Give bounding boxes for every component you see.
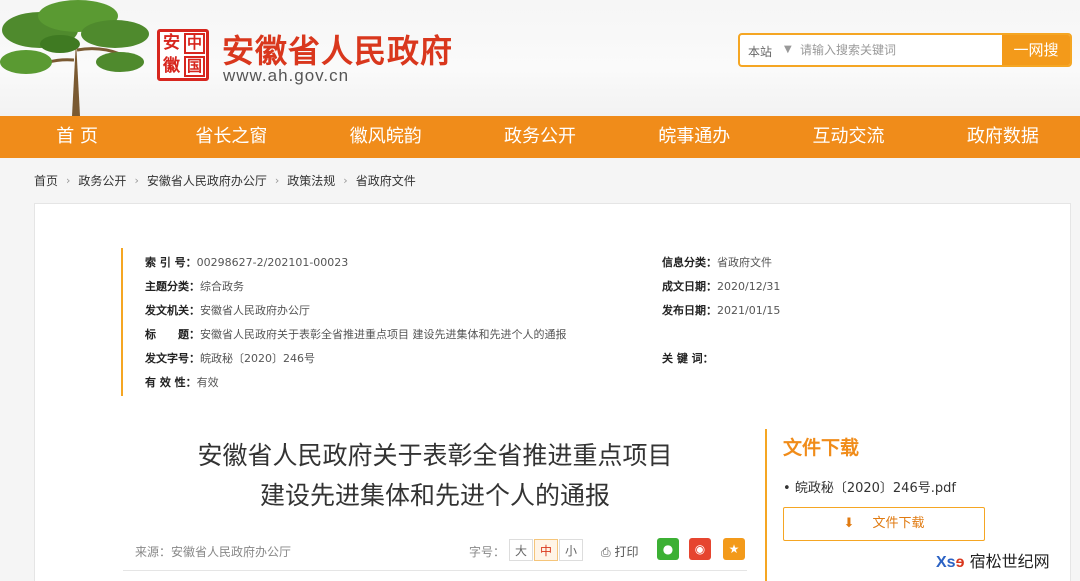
seal-logo: 安 中 徽 国	[157, 29, 209, 81]
weibo-share-icon[interactable]: ◉	[689, 538, 711, 560]
seal-char: 安	[163, 33, 180, 53]
wechat-share-icon[interactable]: ●	[657, 538, 679, 560]
nav-item-home[interactable]: 首 页	[0, 116, 154, 158]
breadcrumb: 首页 › 政务公开 › 安徽省人民政府办公厅 › 政策法规 › 省政府文件	[34, 172, 416, 189]
document-title: 安徽省人民政府关于表彰全省推进重点项目 建设先进集体和先进个人的通报	[135, 436, 735, 516]
meta-value: 安徽省人民政府关于表彰全省推进重点项目 建设先进集体和先进个人的通报	[200, 328, 567, 341]
meta-label: 发文字号：	[145, 352, 200, 365]
font-size-medium-button[interactable]: 中	[534, 539, 558, 561]
search-button[interactable]: 一网搜	[1002, 35, 1070, 65]
font-size-small-button[interactable]: 小	[559, 539, 583, 561]
printer-icon: ⎙	[601, 545, 611, 559]
breadcrumb-item[interactable]: 政策法规	[287, 172, 335, 189]
font-size-large-button[interactable]: 大	[509, 539, 533, 561]
meta-label: 索 引 号：	[145, 256, 197, 269]
nav-item-gov-affairs[interactable]: 政务公开	[462, 116, 618, 158]
meta-index-no: 索 引 号：00298627-2/202101-00023	[145, 254, 348, 270]
document-metadata: 索 引 号：00298627-2/202101-00023 主题分类：综合政务 …	[121, 248, 881, 396]
meta-value: 2020/12/31	[717, 280, 781, 293]
meta-value: 安徽省人民政府办公厅	[200, 304, 310, 317]
watermark-logo: Xsɘ 宿松世纪网	[936, 548, 1080, 578]
meta-validity: 有 效 性：有效	[145, 374, 219, 390]
meta-label: 成文日期：	[662, 280, 717, 293]
meta-topic: 主题分类：综合政务	[145, 278, 244, 294]
watermark-text: 宿松世纪网	[969, 552, 1050, 571]
nav-item-governor[interactable]: 省长之窗	[154, 116, 308, 158]
meta-label: 信息分类：	[662, 256, 717, 269]
file-download-button-label: 文件下载	[872, 516, 925, 531]
meta-value: 皖政秘〔2020〕246号	[200, 352, 315, 365]
breadcrumb-item[interactable]: 首页	[34, 172, 58, 189]
meta-label: 有 效 性：	[145, 376, 197, 389]
document-title-line: 安徽省人民政府关于表彰全省推进重点项目	[197, 441, 673, 470]
meta-info-class: 信息分类：省政府文件	[662, 254, 772, 270]
document-title-line: 建设先进集体和先进个人的通报	[259, 481, 610, 510]
chevron-right-icon: ›	[343, 174, 348, 187]
search-box: 本站 ▼ 一网搜	[738, 33, 1072, 67]
meta-label: 发布日期：	[662, 304, 717, 317]
meta-label: 关 键 词：	[662, 352, 714, 365]
file-download-heading: 文件下载	[783, 437, 860, 459]
font-size-label: 字号：	[469, 545, 506, 559]
meta-issuer: 发文机关：安徽省人民政府办公厅	[145, 302, 310, 318]
meta-doc-no: 发文字号：皖政秘〔2020〕246号	[145, 350, 315, 366]
site-url: www.ah.gov.cn	[223, 66, 350, 85]
breadcrumb-item[interactable]: 安徽省人民政府办公厅	[147, 172, 267, 189]
meta-value: 综合政务	[200, 280, 244, 293]
document-toolbar: 来源：安徽省人民政府办公厅 字号： 大 中 小 ⎙ 打印 ● ◉ ★	[133, 538, 747, 569]
nav-item-interaction[interactable]: 互动交流	[771, 116, 925, 158]
nav-item-culture[interactable]: 徽风皖韵	[309, 116, 463, 158]
meta-label: 标 题：	[145, 328, 200, 341]
seal-char: 徽	[163, 56, 180, 76]
nav-item-data[interactable]: 政府数据	[926, 116, 1080, 158]
print-button[interactable]: ⎙ 打印	[601, 543, 638, 560]
chevron-right-icon: ›	[274, 174, 280, 187]
seal-char: 国	[184, 56, 205, 77]
nav-item-services[interactable]: 皖事通办	[617, 116, 771, 158]
star-favorite-icon[interactable]: ★	[723, 538, 745, 560]
meta-keywords: 关 键 词：	[662, 350, 714, 366]
chevron-down-icon[interactable]: ▼	[784, 44, 792, 55]
content-card: 索 引 号：00298627-2/202101-00023 主题分类：综合政务 …	[34, 203, 1071, 581]
meta-value: 省政府文件	[717, 256, 772, 269]
meta-label: 主题分类：	[145, 280, 200, 293]
seal-char: 中	[184, 33, 205, 54]
pine-tree-logo-icon	[0, 0, 149, 116]
site-header: 安 中 徽 国 安徽省人民政府 www.ah.gov.cn 本站 ▼ 一网搜	[0, 0, 1080, 116]
meta-value: 00298627-2/202101-00023	[196, 256, 349, 269]
file-name: 皖政秘〔2020〕246号.pdf	[794, 481, 956, 496]
file-link[interactable]: • 皖政秘〔2020〕246号.pdf	[783, 477, 956, 496]
search-scope-select[interactable]: 本站	[748, 43, 772, 60]
divider	[123, 570, 747, 571]
document-source: 来源：安徽省人民政府办公厅	[135, 545, 292, 559]
breadcrumb-item[interactable]: 政务公开	[78, 172, 126, 189]
download-icon: ⬇	[843, 516, 855, 531]
meta-published-date: 发布日期：2021/01/15	[662, 302, 780, 318]
chevron-right-icon: ›	[134, 174, 139, 187]
watermark-mark-icon: Xsɘ	[936, 554, 965, 571]
print-label: 打印	[614, 545, 639, 559]
file-download-button[interactable]: ⬇ 文件下载	[783, 507, 985, 541]
meta-label: 发文机关：	[145, 304, 200, 317]
meta-value: 2021/01/15	[717, 304, 781, 317]
chevron-right-icon: ›	[66, 174, 71, 187]
breadcrumb-item[interactable]: 省政府文件	[356, 172, 416, 189]
meta-title: 标 题：安徽省人民政府关于表彰全省推进重点项目 建设先进集体和先进个人的通报	[145, 326, 567, 342]
search-input[interactable]	[800, 40, 1000, 60]
meta-created-date: 成文日期：2020/12/31	[662, 278, 780, 294]
meta-value: 有效	[196, 376, 219, 389]
main-nav: 首 页 省长之窗 徽风皖韵 政务公开 皖事通办 互动交流 政府数据	[0, 116, 1080, 158]
bullet-icon: •	[783, 481, 791, 496]
